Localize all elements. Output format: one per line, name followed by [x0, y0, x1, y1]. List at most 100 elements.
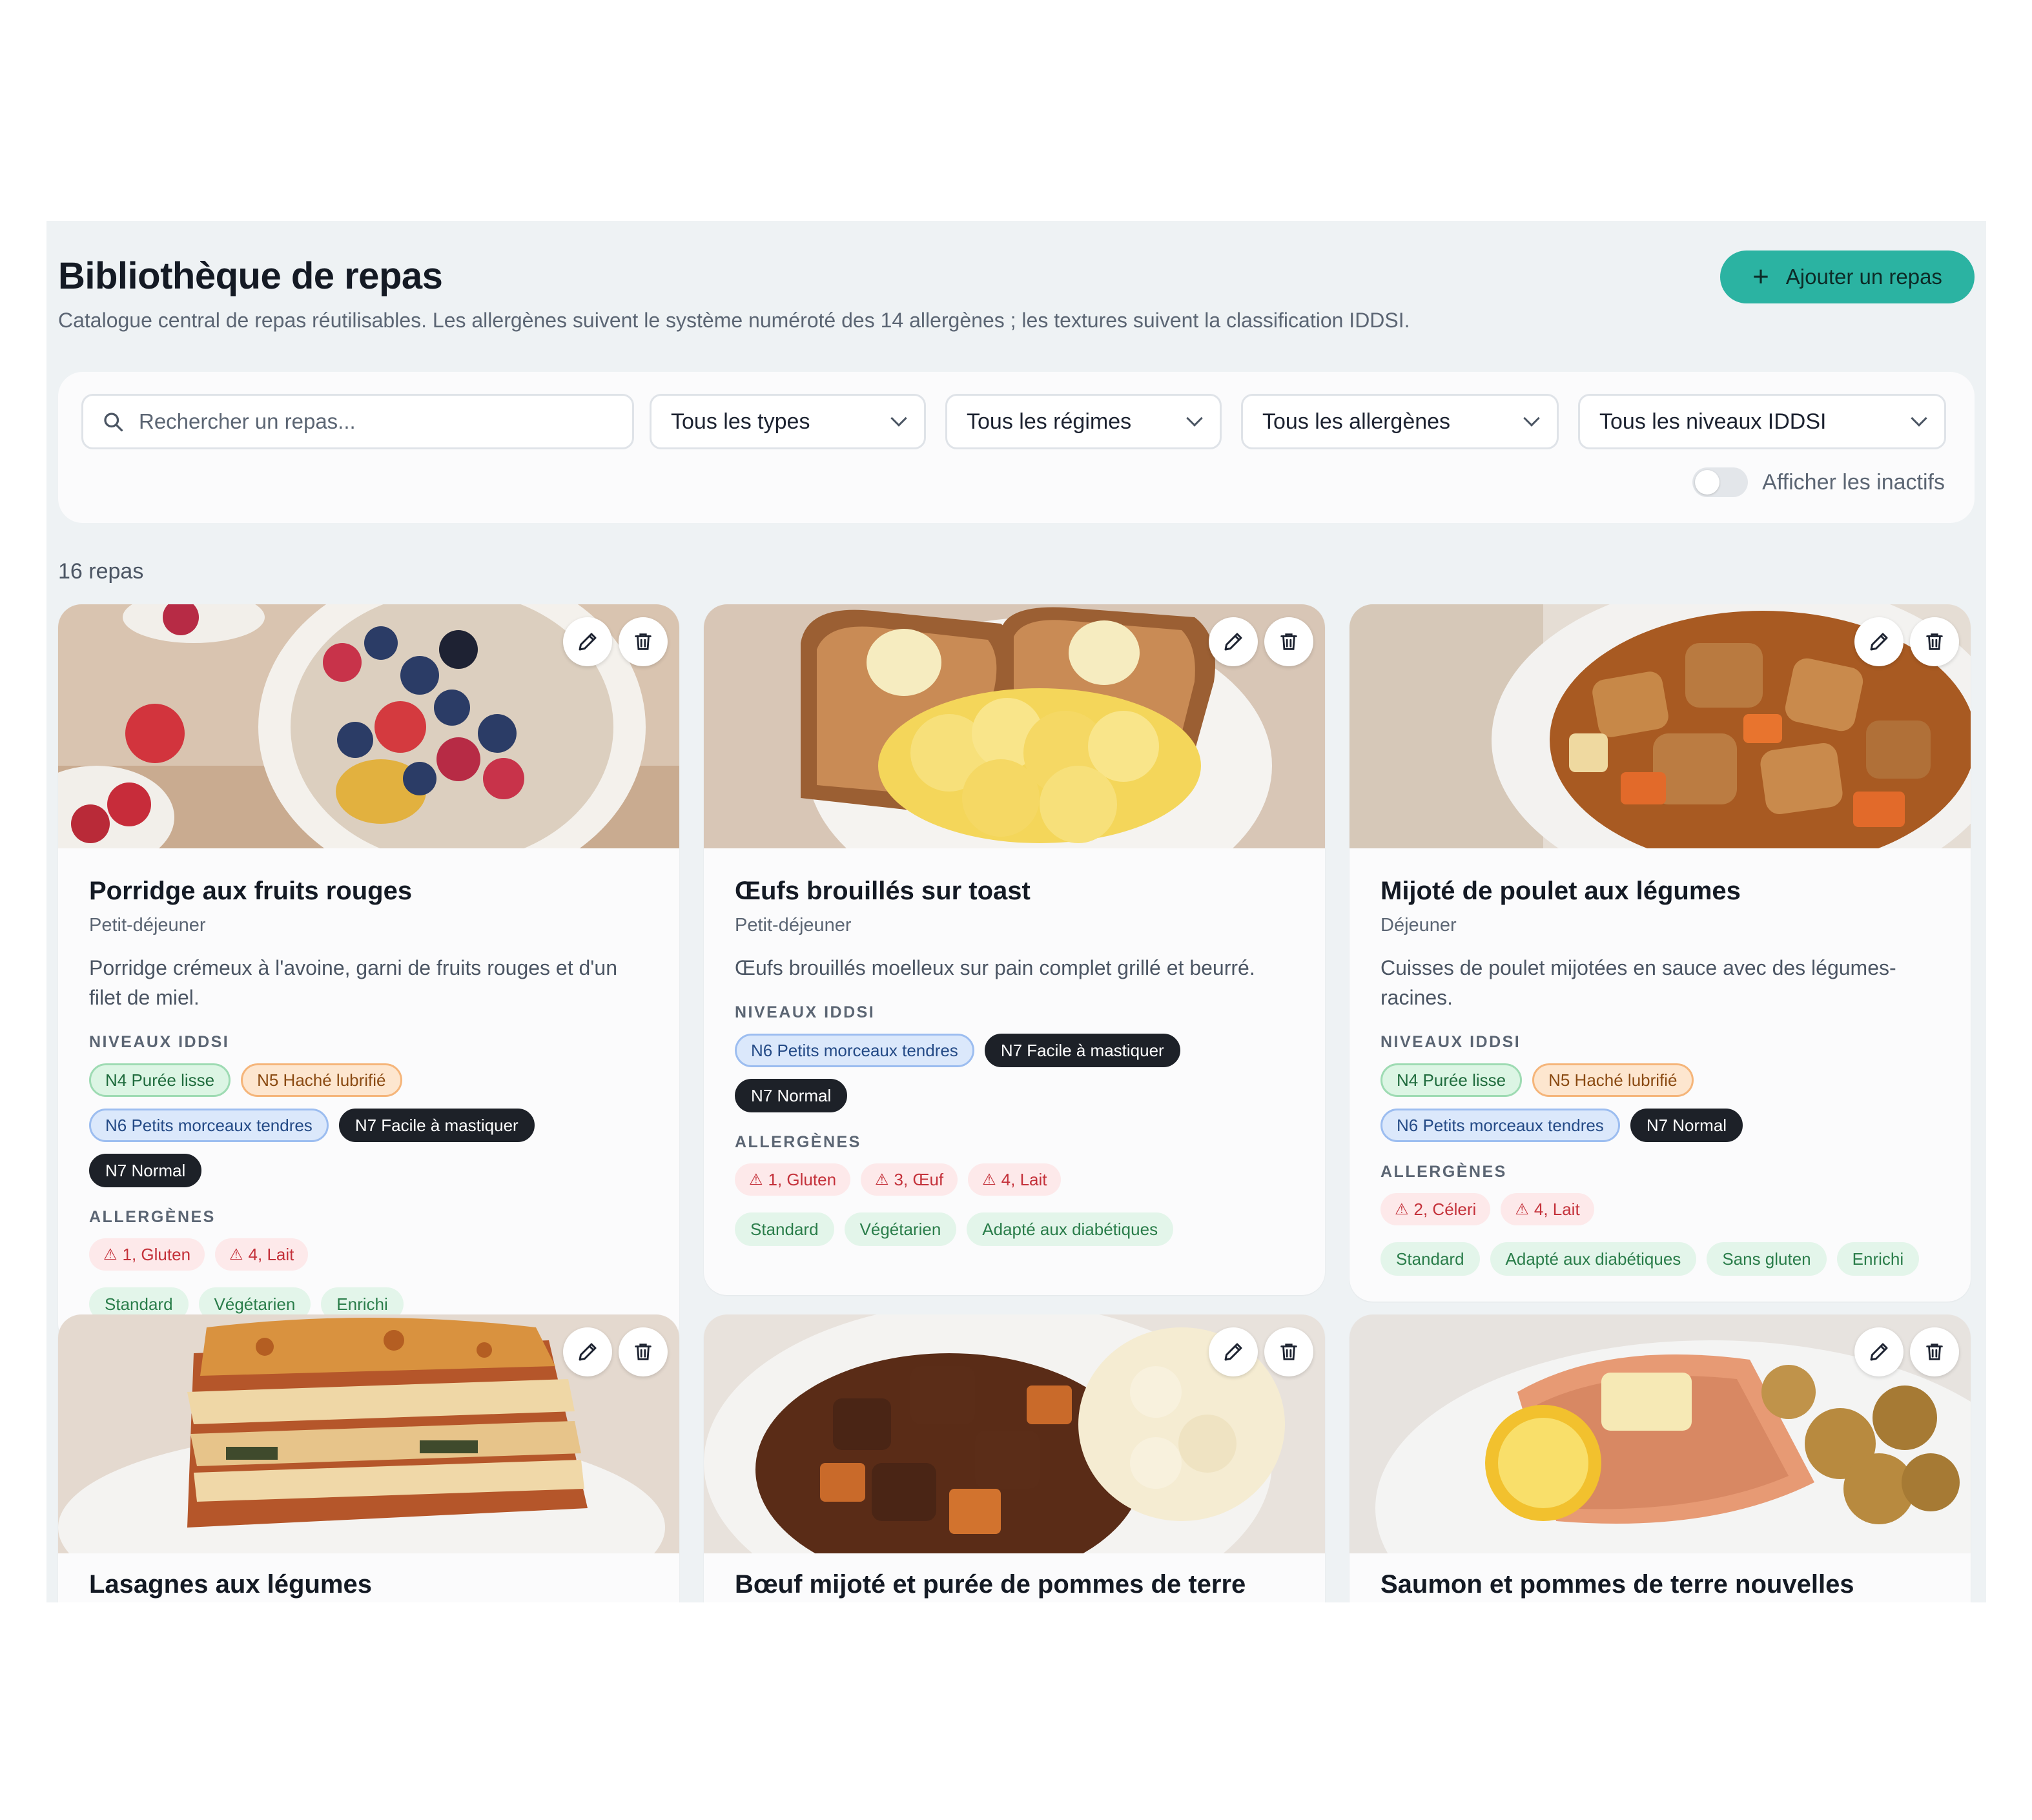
iddsi-badge: N7 Normal	[89, 1154, 202, 1187]
delete-button[interactable]	[1264, 617, 1313, 666]
iddsi-badge: N5 Haché lubrifié	[241, 1063, 402, 1097]
meal-description: Porridge crémeux à l'avoine, garni de fr…	[89, 956, 617, 1009]
diet-badge: Enrichi	[1836, 1242, 1920, 1276]
edit-button[interactable]	[1854, 1327, 1904, 1376]
meal-card[interactable]: Saumon et pommes de terre nouvelles	[1350, 1314, 1971, 1602]
allergen-list: ⚠ 1, Gluten ⚠ 4, Lait	[89, 1238, 648, 1271]
meal-name: Mijoté de poulet aux légumes	[1380, 877, 1741, 905]
edit-button[interactable]	[1209, 617, 1258, 666]
type-filter-select[interactable]: Tous les types	[650, 394, 926, 449]
delete-button[interactable]	[1264, 1327, 1313, 1376]
iddsi-levels: N4 Purée lisse N5 Haché lubrifié N6 Peti…	[1380, 1063, 1940, 1142]
chevron-down-icon	[1523, 410, 1540, 427]
pencil-icon	[579, 633, 597, 651]
allergen-badge: ⚠ 4, Lait	[1501, 1193, 1594, 1225]
allergen-filter-select[interactable]: Tous les allergènes	[1241, 394, 1559, 449]
warning-triangle-icon: ⚠	[229, 1245, 243, 1263]
allergens-section-label: ALLERGÈNES	[89, 1208, 216, 1226]
search-box[interactable]	[81, 394, 634, 449]
allergens-section-label: ALLERGÈNES	[735, 1133, 861, 1151]
meal-name: Bœuf mijoté et purée de pommes de terre	[735, 1570, 1246, 1599]
edit-button[interactable]	[1854, 617, 1904, 666]
iddsi-levels: N4 Purée lisse N5 Haché lubrifié N6 Peti…	[89, 1063, 648, 1187]
meal-name: Porridge aux fruits rouges	[89, 877, 413, 905]
allergen-list: ⚠ 2, Céleri ⚠ 4, Lait	[1380, 1193, 1940, 1225]
meal-card[interactable]: Porridge aux fruits rouges Petit-déjeune…	[58, 604, 679, 1347]
pencil-icon	[579, 1343, 597, 1361]
allergen-filter-value: Tous les allergènes	[1262, 409, 1451, 434]
iddsi-badge: N7 Normal	[1630, 1109, 1743, 1142]
allergen-badge: ⚠ 4, Lait	[215, 1238, 309, 1271]
iddsi-section-label: NIVEAUX IDDSI	[89, 1033, 230, 1051]
chevron-down-icon	[890, 410, 907, 427]
diet-badge: Adapté aux diabétiques	[967, 1212, 1174, 1246]
meal-image	[1350, 604, 1971, 848]
show-inactive-label: Afficher les inactifs	[1762, 469, 1945, 495]
iddsi-badge: N7 Facile à mastiquer	[984, 1034, 1180, 1067]
warning-triangle-icon: ⚠	[875, 1171, 889, 1189]
allergen-label: 4, Lait	[1001, 1169, 1047, 1189]
meal-type: Petit-déjeuner	[735, 915, 852, 936]
show-inactive-control: Afficher les inactifs	[1692, 467, 1945, 497]
add-meal-button[interactable]: + Ajouter un repas	[1720, 251, 1975, 303]
pencil-icon	[1224, 633, 1242, 651]
meal-image	[704, 604, 1325, 848]
allergen-badge: ⚠ 3, Œuf	[861, 1163, 958, 1196]
delete-button[interactable]	[1910, 617, 1959, 666]
meal-card[interactable]: Lasagnes aux légumes	[58, 1314, 679, 1602]
show-inactive-toggle[interactable]	[1692, 467, 1749, 497]
diet-list: Standard Adapté aux diabétiques Sans glu…	[1380, 1242, 1940, 1276]
pencil-icon	[1224, 1343, 1242, 1361]
meal-name: Œufs brouillés sur toast	[735, 877, 1031, 905]
allergen-list: ⚠ 1, Gluten ⚠ 3, Œuf ⚠ 4, Lait	[735, 1163, 1294, 1196]
edit-button[interactable]	[563, 617, 612, 666]
allergen-label: 1, Gluten	[768, 1169, 837, 1189]
delete-button[interactable]	[619, 617, 668, 666]
chevron-down-icon	[1911, 410, 1927, 427]
iddsi-section-label: NIVEAUX IDDSI	[735, 1003, 876, 1021]
add-meal-label: Ajouter un repas	[1785, 265, 1942, 289]
page-subtitle: Catalogue central de repas réutilisables…	[58, 309, 1410, 332]
type-filter-value: Tous les types	[671, 409, 810, 434]
allergens-section-label: ALLERGÈNES	[1380, 1163, 1507, 1181]
warning-triangle-icon: ⚠	[1515, 1200, 1529, 1218]
allergen-badge: ⚠ 2, Céleri	[1380, 1193, 1491, 1225]
meal-card[interactable]: Œufs brouillés sur toast Petit-déjeuner …	[704, 604, 1325, 1295]
plus-icon: +	[1752, 261, 1769, 292]
iddsi-badge: N4 Purée lisse	[89, 1063, 231, 1097]
diet-list: Standard Végétarien Adapté aux diabétiqu…	[735, 1212, 1294, 1246]
page-title: Bibliothèque de repas	[58, 255, 443, 297]
delete-button[interactable]	[1910, 1327, 1959, 1376]
diet-badge: Végétarien	[844, 1212, 957, 1246]
filter-panel: Tous les types Tous les régimes Tous les…	[58, 372, 1975, 523]
meal-type: Petit-déjeuner	[89, 915, 206, 936]
edit-button[interactable]	[1209, 1327, 1258, 1376]
meal-type: Déjeuner	[1380, 915, 1457, 936]
meal-image	[58, 1314, 679, 1553]
iddsi-badge: N7 Facile à mastiquer	[338, 1109, 535, 1142]
diet-filter-value: Tous les régimes	[967, 409, 1132, 434]
meal-card[interactable]: Mijoté de poulet aux légumes Déjeuner Cu…	[1350, 604, 1971, 1302]
allergen-label: 1, Gluten	[122, 1244, 191, 1264]
pencil-icon	[1870, 1343, 1888, 1361]
pencil-icon	[1870, 633, 1888, 651]
meal-name: Lasagnes aux légumes	[89, 1570, 372, 1599]
diet-filter-select[interactable]: Tous les régimes	[945, 394, 1222, 449]
trash-icon	[635, 633, 652, 650]
trash-icon	[635, 1344, 652, 1360]
allergen-label: 4, Lait	[248, 1244, 294, 1264]
delete-button[interactable]	[619, 1327, 668, 1376]
trash-icon	[1280, 633, 1297, 650]
allergen-badge: ⚠ 4, Lait	[968, 1163, 1062, 1196]
iddsi-filter-select[interactable]: Tous les niveaux IDDSI	[1578, 394, 1946, 449]
iddsi-badge: N6 Petits morceaux tendres	[1380, 1109, 1620, 1142]
toggle-knob	[1695, 470, 1720, 495]
iddsi-badge: N4 Purée lisse	[1380, 1063, 1523, 1097]
edit-button[interactable]	[563, 1327, 612, 1376]
meal-image	[1350, 1314, 1971, 1553]
search-input[interactable]	[139, 409, 591, 434]
diet-badge: Adapté aux diabétiques	[1490, 1242, 1697, 1276]
warning-triangle-icon: ⚠	[749, 1171, 763, 1189]
iddsi-badge: N6 Petits morceaux tendres	[735, 1034, 974, 1067]
meal-card[interactable]: Bœuf mijoté et purée de pommes de terre	[704, 1314, 1325, 1602]
